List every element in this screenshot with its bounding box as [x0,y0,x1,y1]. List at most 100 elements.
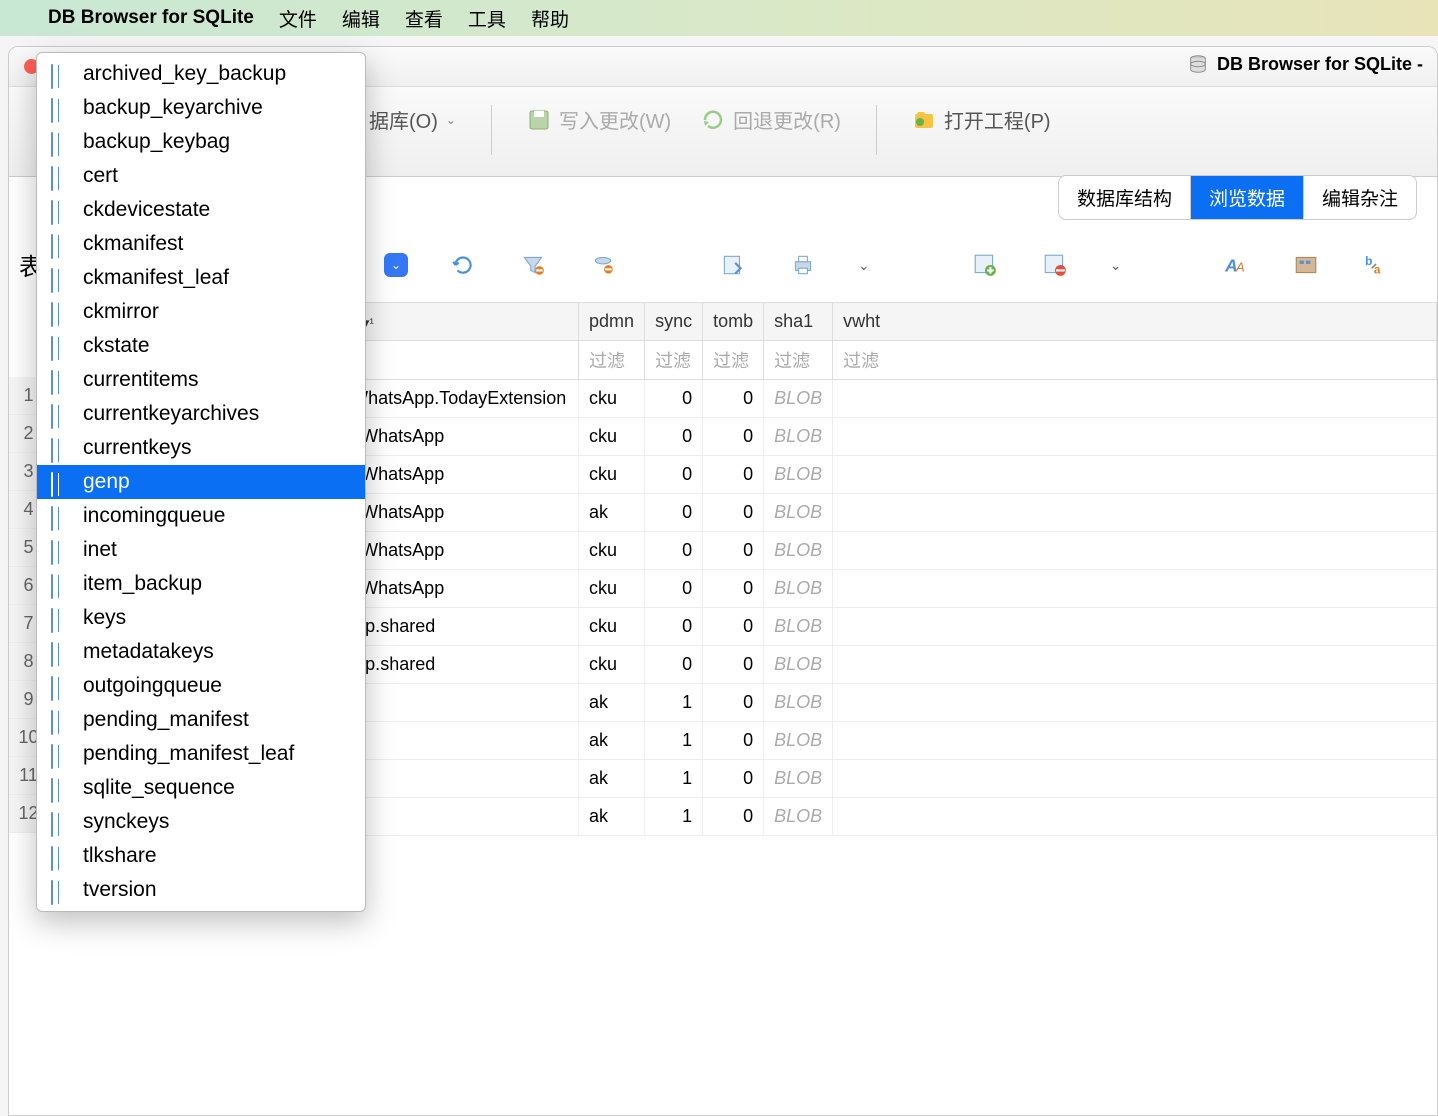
dropdown-item-currentkeys[interactable]: currentkeys [37,431,365,465]
cell-sync[interactable]: 0 [645,646,703,684]
dropdown-item-incomingqueue[interactable]: incomingqueue [37,499,365,533]
delete-record-icon[interactable] [1040,250,1070,280]
dropdown-item-synckeys[interactable]: synckeys [37,805,365,839]
dropdown-item-keys[interactable]: keys [37,601,365,635]
dropdown-item-ckmanifest_leaf[interactable]: ckmanifest_leaf [37,261,365,295]
dropdown-item-metadatakeys[interactable]: metadatakeys [37,635,365,669]
cell-sync[interactable]: 0 [645,570,703,608]
menubar-edit[interactable]: 编辑 [342,5,380,32]
cell-vwht[interactable] [833,760,1437,798]
goto-icon[interactable] [1291,250,1321,280]
filter-input-tomb[interactable]: 过滤 [703,341,764,380]
cell-sha1[interactable]: BLOB [764,608,833,646]
cell-sha1[interactable]: BLOB [764,456,833,494]
cell-vwht[interactable] [833,646,1437,684]
column-header-tomb[interactable]: tomb [703,303,764,341]
menubar-file[interactable]: 文件 [279,5,317,32]
cell-vwht[interactable] [833,532,1437,570]
cell-pdmn[interactable]: cku [579,608,645,646]
dropdown-item-archived_key_backup[interactable]: archived_key_backup [37,57,365,91]
cell-pdmn[interactable]: cku [579,532,645,570]
dropdown-item-ckdevicestate[interactable]: ckdevicestate [37,193,365,227]
dropdown-item-currentitems[interactable]: currentitems [37,363,365,397]
cell-sync[interactable]: 1 [645,798,703,836]
cell-vwht[interactable] [833,380,1437,418]
cell-sync[interactable]: 0 [645,608,703,646]
clear-filter-icon[interactable] [518,250,548,280]
add-record-icon[interactable] [970,250,1000,280]
cell-pdmn[interactable]: ak [579,722,645,760]
cell-tomb[interactable]: 0 [703,456,764,494]
cell-pdmn[interactable]: ak [579,798,645,836]
cell-pdmn[interactable]: cku [579,456,645,494]
cell-tomb[interactable]: 0 [703,798,764,836]
cell-vwht[interactable] [833,494,1437,532]
cell-sync[interactable]: 0 [645,532,703,570]
dropdown-item-sqlite_sequence[interactable]: sqlite_sequence [37,771,365,805]
replace-icon[interactable]: ba [1361,250,1391,280]
dropdown-item-ckstate[interactable]: ckstate [37,329,365,363]
cell-pdmn[interactable]: ak [579,760,645,798]
open-project-button[interactable]: 打开工程(P) [912,105,1051,134]
cell-sync[interactable]: 0 [645,456,703,494]
cell-sha1[interactable]: BLOB [764,684,833,722]
cell-tomb[interactable]: 0 [703,532,764,570]
cell-sync[interactable]: 0 [645,380,703,418]
database-dropdown-button[interactable]: 据库(O) ⌄ [369,105,456,134]
cell-sha1[interactable]: BLOB [764,722,833,760]
menubar-tools[interactable]: 工具 [468,5,506,32]
cell-vwht[interactable] [833,722,1437,760]
filter-input-pdmn[interactable]: 过滤 [579,341,645,380]
dropdown-item-inet[interactable]: inet [37,533,365,567]
filter-input-sha1[interactable]: 过滤 [764,341,833,380]
chevron-down-icon[interactable]: ⌄ [1110,257,1122,274]
cell-vwht[interactable] [833,684,1437,722]
chevron-down-icon[interactable]: ⌄ [858,257,870,274]
cell-tomb[interactable]: 0 [703,722,764,760]
cell-sync[interactable]: 1 [645,684,703,722]
dropdown-item-genp[interactable]: genp [37,465,365,499]
column-header-sha1[interactable]: sha1 [764,303,833,341]
cell-sha1[interactable]: BLOB [764,380,833,418]
tab-structure[interactable]: 数据库结构 [1059,176,1191,219]
menubar-help[interactable]: 帮助 [531,5,569,32]
cell-vwht[interactable] [833,418,1437,456]
cell-tomb[interactable]: 0 [703,608,764,646]
dropdown-item-outgoingqueue[interactable]: outgoingqueue [37,669,365,703]
dropdown-item-backup_keyarchive[interactable]: backup_keyarchive [37,91,365,125]
menubar-view[interactable]: 查看 [405,5,443,32]
cell-vwht[interactable] [833,570,1437,608]
dropdown-item-backup_keybag[interactable]: backup_keybag [37,125,365,159]
dropdown-item-tversion[interactable]: tversion [37,873,365,907]
cell-vwht[interactable] [833,798,1437,836]
cell-sha1[interactable]: BLOB [764,646,833,684]
filter-input-vwht[interactable]: 过滤 [833,341,1437,380]
cell-sha1[interactable]: BLOB [764,570,833,608]
cell-pdmn[interactable]: cku [579,570,645,608]
cell-sync[interactable]: 1 [645,722,703,760]
tab-browse-data[interactable]: 浏览数据 [1191,176,1304,219]
cell-tomb[interactable]: 0 [703,494,764,532]
cell-sha1[interactable]: BLOB [764,798,833,836]
dropdown-item-ckmanifest[interactable]: ckmanifest [37,227,365,261]
cell-tomb[interactable]: 0 [703,646,764,684]
cell-pdmn[interactable]: cku [579,646,645,684]
column-header-pdmn[interactable]: pdmn [579,303,645,341]
cell-pdmn[interactable]: ak [579,494,645,532]
export-icon[interactable] [718,250,748,280]
cell-pdmn[interactable]: cku [579,380,645,418]
column-header-sync[interactable]: sync [645,303,703,341]
refresh-icon[interactable] [448,250,478,280]
table-select-dropdown-indicator[interactable]: ⌄ [384,253,408,277]
filter-input-sync[interactable]: 过滤 [645,341,703,380]
cell-sync[interactable]: 1 [645,760,703,798]
cell-sha1[interactable]: BLOB [764,532,833,570]
cell-tomb[interactable]: 0 [703,684,764,722]
cell-tomb[interactable]: 0 [703,418,764,456]
font-icon[interactable]: AA [1221,250,1251,280]
cell-tomb[interactable]: 0 [703,570,764,608]
cell-sync[interactable]: 0 [645,418,703,456]
dropdown-item-pending_manifest[interactable]: pending_manifest [37,703,365,737]
tab-edit-pragmas[interactable]: 编辑杂注 [1304,176,1416,219]
dropdown-item-ckmirror[interactable]: ckmirror [37,295,365,329]
